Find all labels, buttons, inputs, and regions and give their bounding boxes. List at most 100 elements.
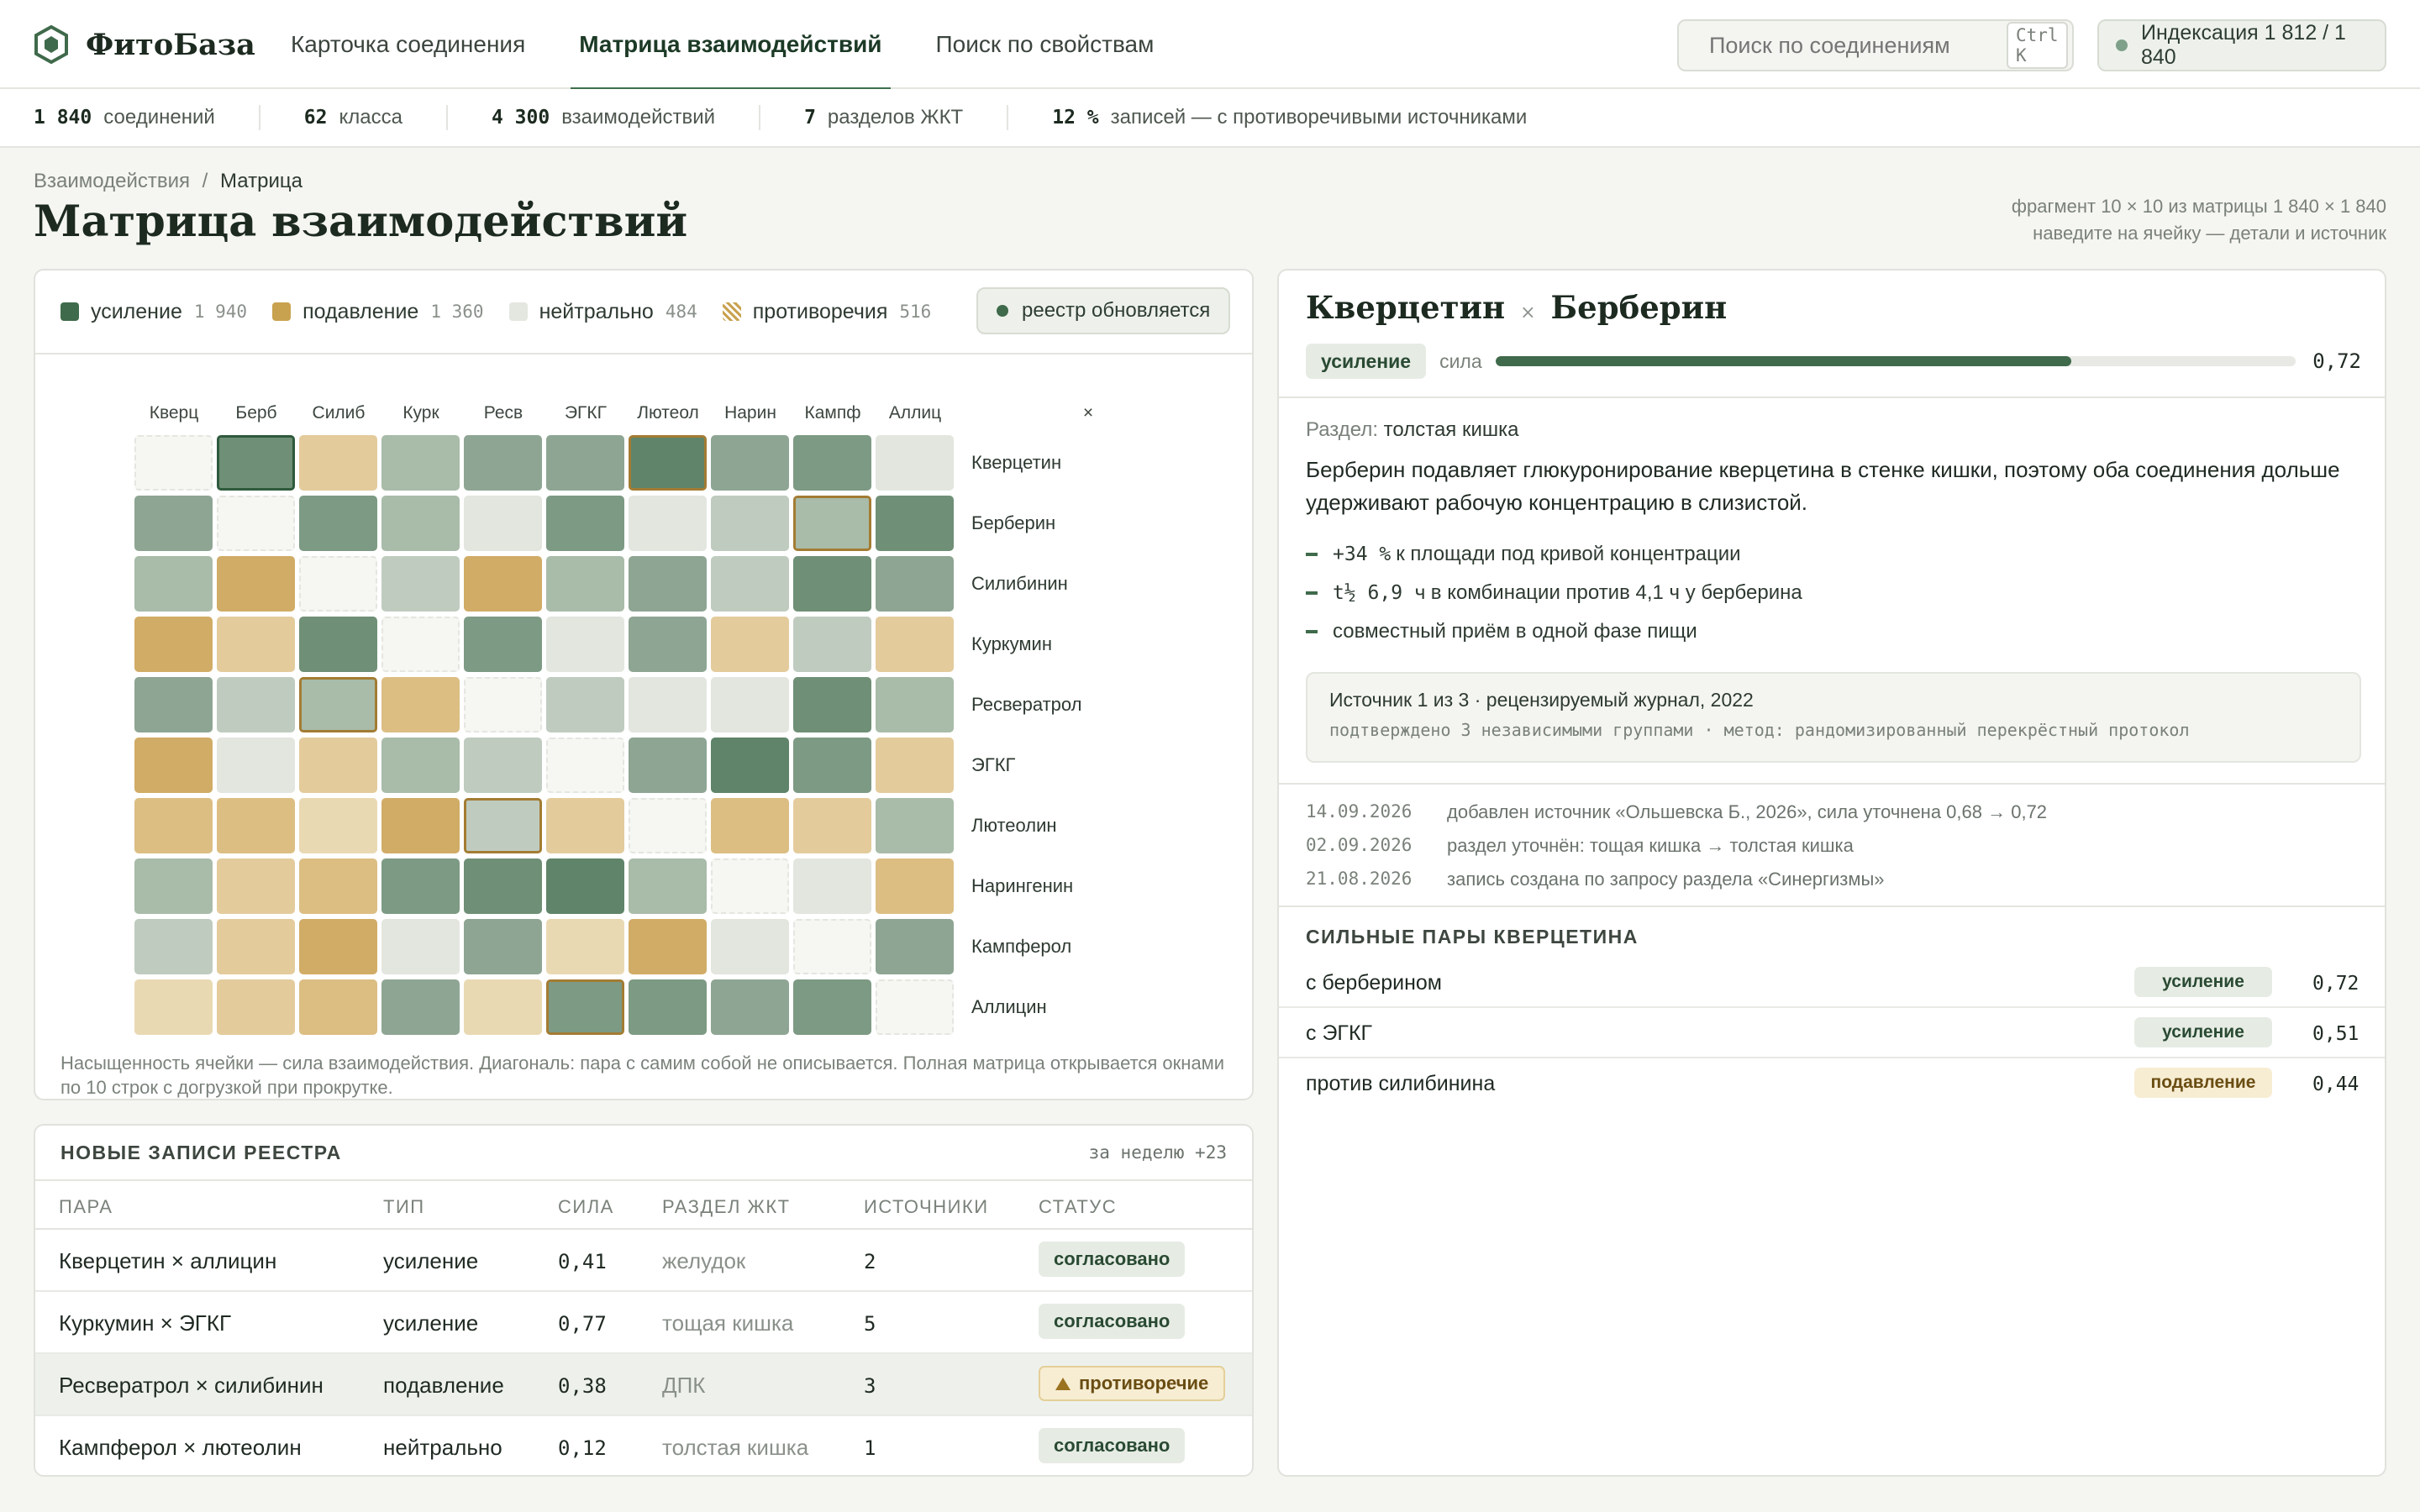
matrix-cell[interactable] (629, 677, 707, 732)
matrix-cell[interactable] (464, 979, 542, 1035)
matrix-row-label[interactable]: Нарингенин (971, 875, 1073, 897)
matrix-cell[interactable] (464, 738, 542, 793)
matrix-cell[interactable] (629, 738, 707, 793)
matrix-cell[interactable] (381, 496, 460, 551)
matrix-cell[interactable] (381, 556, 460, 612)
matrix-cell[interactable] (793, 979, 871, 1035)
matrix-cell[interactable] (546, 556, 624, 612)
matrix-cell[interactable] (711, 556, 789, 612)
matrix-cell[interactable] (134, 858, 213, 914)
table-row[interactable]: Кампферол × лютеолин нейтрально 0,12 тол… (35, 1416, 1252, 1478)
matrix-cell[interactable] (381, 435, 460, 491)
matrix-cell[interactable] (217, 919, 295, 974)
matrix-cell[interactable] (217, 858, 295, 914)
matrix-cell[interactable] (464, 556, 542, 612)
matrix-cell[interactable] (381, 919, 460, 974)
matrix-cell[interactable] (217, 979, 295, 1035)
col-header-status[interactable]: СТАТУС (1039, 1196, 1117, 1218)
matrix-row-label[interactable]: Аллицин (971, 996, 1047, 1018)
matrix-row-label[interactable]: Силибинин (971, 573, 1068, 595)
matrix-cell[interactable] (546, 496, 624, 551)
matrix-cell[interactable] (381, 979, 460, 1035)
matrix-cell[interactable] (299, 919, 377, 974)
matrix-cell[interactable] (546, 617, 624, 672)
matrix-cell[interactable] (546, 858, 624, 914)
matrix-cell[interactable] (464, 435, 542, 491)
matrix-cell[interactable] (876, 919, 954, 974)
col-header-section[interactable]: РАЗДЕЛ ЖКТ (662, 1196, 791, 1218)
matrix-row-label[interactable]: ЭГКГ (971, 754, 1015, 776)
matrix-row-label[interactable]: Лютеолин (971, 815, 1057, 837)
matrix-cell[interactable] (299, 617, 377, 672)
matrix-cell[interactable] (629, 496, 707, 551)
matrix-cell[interactable] (711, 919, 789, 974)
strong-pair-row[interactable]: против силибинина подавление 0,44 (1279, 1058, 2385, 1109)
matrix-row-label[interactable]: Кверцетин (971, 452, 1061, 474)
matrix-cell[interactable] (711, 435, 789, 491)
breadcrumb-parent[interactable]: Взаимодействия (34, 170, 190, 192)
matrix-cell[interactable] (546, 435, 624, 491)
matrix-cell[interactable] (299, 798, 377, 853)
matrix-cell[interactable] (793, 617, 871, 672)
tab-compound-card[interactable]: Карточка соединения (291, 0, 525, 89)
matrix-cell[interactable] (217, 435, 295, 491)
matrix-cell[interactable] (217, 798, 295, 853)
matrix-cell[interactable] (711, 496, 789, 551)
matrix-cell[interactable] (876, 617, 954, 672)
matrix-cell[interactable] (793, 798, 871, 853)
strong-pair-row[interactable]: с ЭГКГ усиление 0,51 (1279, 1008, 2385, 1058)
legend-item-conflicts[interactable]: противоречия 516 (722, 300, 931, 324)
matrix-cell[interactable] (793, 435, 871, 491)
search-input[interactable] (1709, 32, 2007, 59)
matrix-cell[interactable] (299, 677, 377, 732)
matrix-cell[interactable] (134, 979, 213, 1035)
col-header-sources[interactable]: ИСТОЧНИКИ (864, 1196, 989, 1218)
matrix-cell[interactable] (464, 798, 542, 853)
tab-interaction-matrix[interactable]: Матрица взаимодействий (571, 0, 891, 91)
matrix-cell[interactable] (629, 919, 707, 974)
matrix-cell[interactable] (793, 556, 871, 612)
matrix-cell[interactable] (876, 556, 954, 612)
matrix-cell[interactable] (876, 798, 954, 853)
matrix-cell[interactable] (134, 556, 213, 612)
matrix-row-label[interactable]: Берберин (971, 512, 1055, 534)
detail-compound-b[interactable]: Берберин (1551, 289, 1728, 326)
matrix-cell[interactable] (299, 435, 377, 491)
matrix-cell[interactable] (629, 858, 707, 914)
matrix-row-label[interactable]: Ресвератрол (971, 694, 1082, 716)
matrix-cell[interactable] (711, 738, 789, 793)
matrix-cell[interactable] (381, 677, 460, 732)
matrix-cell[interactable] (381, 738, 460, 793)
matrix-cell[interactable] (793, 677, 871, 732)
matrix-cell[interactable] (711, 617, 789, 672)
matrix-cell[interactable] (299, 858, 377, 914)
source-card[interactable]: Источник 1 из 3 · рецензируемый журнал, … (1306, 672, 2361, 763)
matrix-cell[interactable] (876, 677, 954, 732)
matrix-cell[interactable] (629, 617, 707, 672)
matrix-cell[interactable] (711, 677, 789, 732)
matrix-cell[interactable] (876, 738, 954, 793)
strong-pair-row[interactable]: с берберином усиление 0,72 (1279, 958, 2385, 1008)
matrix-cell[interactable] (381, 858, 460, 914)
matrix-row-label[interactable]: Кампферол (971, 936, 1071, 958)
matrix-cell[interactable] (464, 858, 542, 914)
matrix-cell[interactable] (546, 979, 624, 1035)
legend-item-enhance[interactable]: усиление 1 940 (60, 300, 247, 324)
matrix-cell[interactable] (546, 919, 624, 974)
matrix-cell[interactable] (134, 617, 213, 672)
matrix-cell[interactable] (793, 858, 871, 914)
matrix-cell[interactable] (711, 798, 789, 853)
matrix-cell[interactable] (134, 677, 213, 732)
matrix-cell[interactable] (793, 738, 871, 793)
matrix-cell[interactable] (217, 677, 295, 732)
matrix-cell[interactable] (464, 496, 542, 551)
matrix-cell[interactable] (876, 496, 954, 551)
matrix-cell[interactable] (299, 979, 377, 1035)
legend-item-neutral[interactable]: нейтрально 484 (508, 300, 697, 324)
logo[interactable]: ФитоБаза (34, 25, 255, 64)
matrix-cell[interactable] (629, 556, 707, 612)
matrix-cell[interactable] (217, 738, 295, 793)
search-box[interactable]: Ctrl K (1677, 19, 2074, 71)
col-header-pair[interactable]: ПАРА (59, 1196, 113, 1218)
matrix-cell[interactable] (629, 435, 707, 491)
